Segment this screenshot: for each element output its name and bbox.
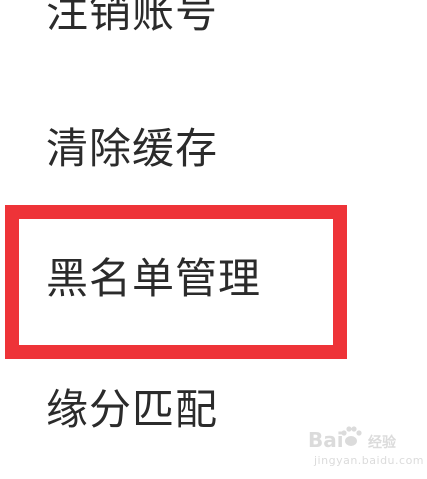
- watermark-brand: Bai: [308, 428, 344, 452]
- menu-item-blacklist-management[interactable]: 黑名单管理: [46, 258, 261, 300]
- menu-item-clear-cache[interactable]: 清除缓存: [46, 128, 218, 170]
- watermark-brand-suffix: 经验: [368, 435, 396, 451]
- baidu-jingyan-watermark: Bai 经验 jingyan.baidu.com: [308, 424, 424, 474]
- menu-item-cancel-account[interactable]: 注销账号: [46, 0, 218, 34]
- watermark-domain: jingyan.baidu.com: [314, 454, 425, 467]
- paw-icon: [341, 426, 362, 446]
- menu-item-fate-match[interactable]: 缘分匹配: [46, 389, 218, 431]
